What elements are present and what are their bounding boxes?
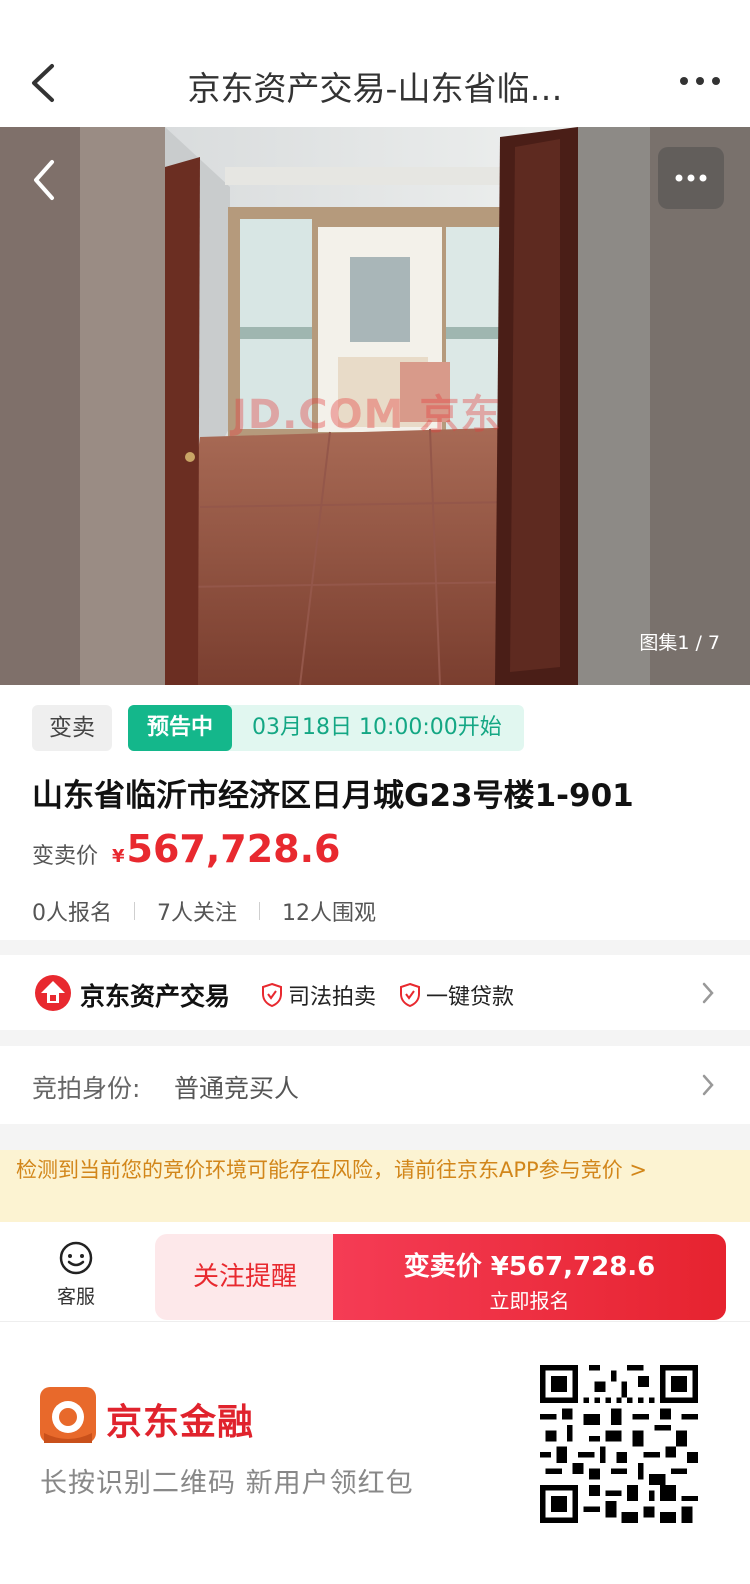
gallery-back-icon[interactable] xyxy=(20,152,70,208)
divider xyxy=(134,902,135,920)
identity-label: 竞拍身份: xyxy=(32,1074,141,1103)
jd-finance-promo: 京东金融 长按识别二维码 新用户领红包 xyxy=(0,1323,750,1584)
promo-text: 长按识别二维码 新用户领红包 xyxy=(40,1468,414,1499)
register-button[interactable]: 变卖价 ¥567,728.6 立即报名 xyxy=(333,1234,726,1320)
platform-row[interactable]: 京东资产交易 司法拍卖 一键贷款 xyxy=(0,955,750,1030)
status-badge: 预告中 xyxy=(128,705,232,751)
jd-asset-logo-icon xyxy=(35,975,71,1011)
jd-finance-logo-icon xyxy=(40,1387,96,1443)
section-gap xyxy=(0,940,750,955)
register-label: 立即报名 xyxy=(489,1289,570,1313)
price-label: 变卖价 xyxy=(32,844,99,869)
property-title: 山东省临沂市经济区日月城G23号楼1-901 xyxy=(32,778,634,814)
shield-check-icon xyxy=(262,982,282,1008)
chevron-right-icon xyxy=(702,1074,714,1096)
currency-symbol: ¥ xyxy=(112,846,125,867)
start-time: 03月18日 10:00:00开始 xyxy=(252,715,502,740)
feature-label: 一键贷款 xyxy=(426,985,515,1010)
feature-label: 司法拍卖 xyxy=(288,985,377,1010)
bidder-identity-row[interactable]: 竞拍身份: 普通竞买人 xyxy=(0,1046,750,1124)
auction-info: 变卖 预告中 03月18日 10:00:00开始 山东省临沂市经济区日月城G23… xyxy=(0,685,750,940)
follow-reminder-button[interactable]: 关注提醒 xyxy=(155,1234,335,1320)
platform-name: 京东资产交易 xyxy=(80,982,231,1011)
sale-type-tag: 变卖 xyxy=(32,705,112,751)
status-banner: 预告中 03月18日 10:00:00开始 xyxy=(128,705,524,751)
image-counter: 图集1 / 7 xyxy=(639,632,720,654)
register-price: 变卖价 ¥567,728.6 xyxy=(403,1252,656,1282)
divider xyxy=(259,902,260,920)
section-gap xyxy=(0,1030,750,1046)
identity-value: 普通竞买人 xyxy=(174,1074,300,1103)
signup-count: 0人报名 xyxy=(32,901,112,926)
more-dots-icon[interactable] xyxy=(676,66,724,96)
chevron-right-icon xyxy=(702,982,714,1004)
bottom-action-bar: 客服 关注提醒 变卖价 ¥567,728.6 立即报名 xyxy=(0,1222,750,1322)
customer-service-icon xyxy=(59,1241,93,1275)
back-chevron-icon[interactable] xyxy=(22,58,66,108)
follower-count: 7人关注 xyxy=(157,901,237,926)
watermark: JD.COM 京东 xyxy=(232,392,502,438)
customer-service-button[interactable]: 客服 xyxy=(34,1240,118,1309)
viewer-count: 12人围观 xyxy=(282,901,376,926)
page-title: 京东资产交易-山东省临… xyxy=(187,69,563,108)
qr-code[interactable] xyxy=(540,1365,698,1523)
feature-judicial-auction: 司法拍卖 xyxy=(260,979,376,1011)
feature-loan: 一键贷款 xyxy=(398,979,514,1011)
top-nav-bar: 京东资产交易-山东省临… xyxy=(0,0,750,127)
more-dots-icon xyxy=(675,174,707,182)
gallery-more-button[interactable] xyxy=(658,147,724,209)
section-gap xyxy=(0,1124,750,1150)
auction-stats: 0人报名 7人关注 12人围观 xyxy=(32,895,376,927)
risk-warning-banner[interactable]: 检测到当前您的竞价环境可能存在风险，请前往京东APP参与竞价 > xyxy=(0,1150,750,1222)
jd-finance-brand: 京东金融 xyxy=(106,1402,255,1443)
customer-service-label: 客服 xyxy=(56,1286,95,1308)
price-value: ¥567,728.6 xyxy=(112,827,341,871)
property-photo-gallery[interactable]: JD.COM 京东 图集1 / 7 xyxy=(0,127,750,685)
price-number: 567,728.6 xyxy=(126,827,341,871)
shield-check-icon xyxy=(400,982,420,1008)
